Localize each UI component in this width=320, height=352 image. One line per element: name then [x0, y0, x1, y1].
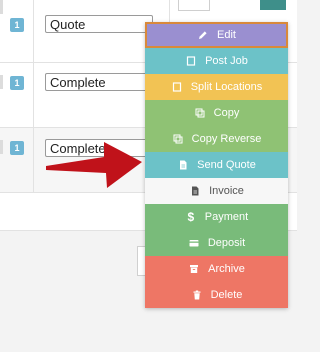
menu-item-edit[interactable]: Edit	[145, 22, 288, 48]
file-icon	[177, 159, 189, 171]
cut-off-cell	[0, 140, 3, 154]
menu-item-label: Copy Reverse	[191, 133, 262, 145]
column-divider	[33, 0, 34, 62]
count-badge: 1	[10, 76, 24, 90]
menu-item-label: Delete	[210, 289, 243, 301]
menu-item-delete[interactable]: Delete	[145, 282, 288, 308]
cut-off-cell	[260, 0, 286, 10]
menu-item-copy-reverse[interactable]: Copy Reverse	[145, 126, 288, 152]
menu-item-label: Post Job	[205, 55, 248, 67]
menu-item-label: Deposit	[207, 237, 246, 249]
cut-off-cell	[0, 75, 3, 89]
status-select[interactable]: Complete	[45, 73, 153, 91]
copy-icon	[194, 107, 206, 119]
file-icon	[189, 185, 201, 197]
pencil-icon	[197, 29, 209, 41]
red-arrow-icon	[46, 142, 142, 188]
column-divider	[33, 128, 34, 192]
menu-item-label: Invoice	[209, 185, 244, 197]
menu-item-invoice[interactable]: Invoice	[145, 178, 288, 204]
cut-off-cell	[0, 0, 3, 14]
document-icon	[171, 81, 183, 93]
menu-item-send-quote[interactable]: Send Quote	[145, 152, 288, 178]
status-select[interactable]: Quote	[45, 15, 153, 33]
menu-item-label: Send Quote	[197, 159, 256, 171]
menu-item-label: Split Locations	[190, 81, 263, 93]
cut-off-cell	[178, 0, 210, 11]
menu-item-copy[interactable]: Copy	[145, 100, 288, 126]
dollar-icon: $	[187, 210, 195, 224]
menu-item-label: Copy	[213, 107, 240, 119]
actions-dropdown-menu: Edit Post Job Split Locations Copy Copy …	[145, 22, 288, 308]
document-icon	[185, 55, 197, 67]
menu-item-deposit[interactable]: Deposit	[145, 230, 288, 256]
menu-item-split-locations[interactable]: Split Locations	[145, 74, 288, 100]
column-divider	[33, 63, 34, 127]
trash-icon	[191, 289, 203, 301]
menu-item-post-job[interactable]: Post Job	[145, 48, 288, 74]
count-badge: 1	[10, 141, 24, 155]
count-badge: 1	[10, 18, 24, 32]
archive-icon	[188, 263, 200, 275]
menu-item-label: Edit	[217, 29, 236, 41]
menu-item-label: Archive	[208, 263, 245, 275]
menu-item-archive[interactable]: Archive	[145, 256, 288, 282]
credit-card-icon	[188, 237, 200, 249]
copy-icon	[172, 133, 184, 145]
menu-item-payment[interactable]: $ Payment	[145, 204, 288, 230]
menu-item-label: Payment	[204, 211, 249, 223]
